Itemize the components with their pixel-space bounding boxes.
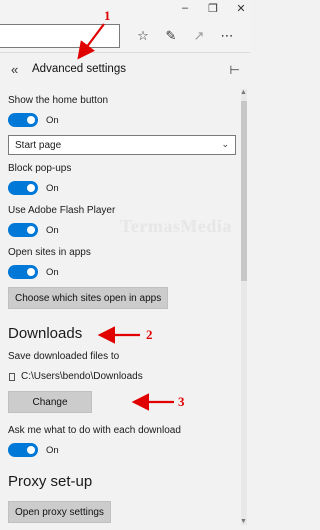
pen-icon[interactable]: ✎ xyxy=(164,28,178,44)
proxy-heading: Proxy set-up xyxy=(8,473,93,490)
annotation-number-2: 2 xyxy=(146,327,153,342)
restore-icon[interactable]: ❐ xyxy=(206,2,220,15)
home-button-toggle[interactable] xyxy=(8,113,38,127)
favorites-icon[interactable]: ☆ xyxy=(136,28,150,44)
select-value: Start page xyxy=(15,139,62,151)
home-button-label: Show the home button xyxy=(8,95,109,106)
address-bar[interactable] xyxy=(0,24,120,48)
flash-toggle-row: On xyxy=(8,223,59,237)
annotation-number-1: 1 xyxy=(104,8,111,23)
open-in-apps-label: Open sites in apps xyxy=(8,247,91,258)
home-button-toggle-row: On xyxy=(8,113,59,127)
pin-icon[interactable]: ⊢ xyxy=(230,63,240,77)
scrollbar[interactable]: ▲ ▼ xyxy=(240,89,247,525)
home-page-select[interactable]: Start page ⌄ xyxy=(8,135,236,155)
download-path: C:\Users\bendo\Downloads xyxy=(21,371,143,382)
choose-apps-button[interactable]: Choose which sites open in apps xyxy=(8,287,169,309)
scroll-down-icon[interactable]: ▼ xyxy=(240,518,247,525)
panel-title: Advanced settings xyxy=(32,63,126,75)
open-in-apps-toggle-row: On xyxy=(8,265,59,279)
settings-panel: « Advanced settings ⊢ ▲ ▼ Show the home … xyxy=(0,52,250,530)
close-icon[interactable]: ✕ xyxy=(234,2,248,15)
file-icon xyxy=(9,372,15,381)
watermark: TermasMedia xyxy=(120,216,232,236)
download-path-row: C:\Users\bendo\Downloads xyxy=(8,371,143,382)
browser-chrome: – ❐ ✕ ☆ ✎ ↗ ⋯ xyxy=(0,0,250,52)
scroll-thumb[interactable] xyxy=(241,101,247,281)
double-chevron-left-icon[interactable]: « xyxy=(11,62,18,77)
popups-label: Block pop-ups xyxy=(8,163,72,174)
scroll-up-icon[interactable]: ▲ xyxy=(240,89,247,96)
change-button[interactable]: Change xyxy=(8,391,92,413)
ask-download-toggle-row: On xyxy=(8,443,59,457)
flash-label: Use Adobe Flash Player xyxy=(8,205,116,216)
chevron-down-icon: ⌄ xyxy=(221,139,229,149)
toggle-state-label: On xyxy=(46,266,59,278)
flash-toggle[interactable] xyxy=(8,223,38,237)
ask-download-label: Ask me what to do with each download xyxy=(8,425,181,436)
more-icon[interactable]: ⋯ xyxy=(220,28,234,44)
popups-toggle[interactable] xyxy=(8,181,38,195)
toggle-state-label: On xyxy=(46,444,59,456)
save-location-label: Save downloaded files to xyxy=(8,351,120,362)
toggle-state-label: On xyxy=(46,114,59,126)
open-in-apps-toggle[interactable] xyxy=(8,265,38,279)
window-controls: – ❐ ✕ xyxy=(178,2,248,15)
toggle-state-label: On xyxy=(46,224,59,236)
share-icon[interactable]: ↗ xyxy=(192,28,206,44)
ask-download-toggle[interactable] xyxy=(8,443,38,457)
annotation-number-3: 3 xyxy=(178,394,185,409)
minimize-icon[interactable]: – xyxy=(178,2,192,15)
downloads-heading: Downloads xyxy=(8,325,83,342)
panel-header: « Advanced settings ⊢ xyxy=(0,53,250,87)
toolbar-icons: ☆ ✎ ↗ ⋯ xyxy=(136,28,234,44)
toggle-state-label: On xyxy=(46,182,59,194)
open-proxy-button[interactable]: Open proxy settings xyxy=(8,501,111,523)
popups-toggle-row: On xyxy=(8,181,59,195)
